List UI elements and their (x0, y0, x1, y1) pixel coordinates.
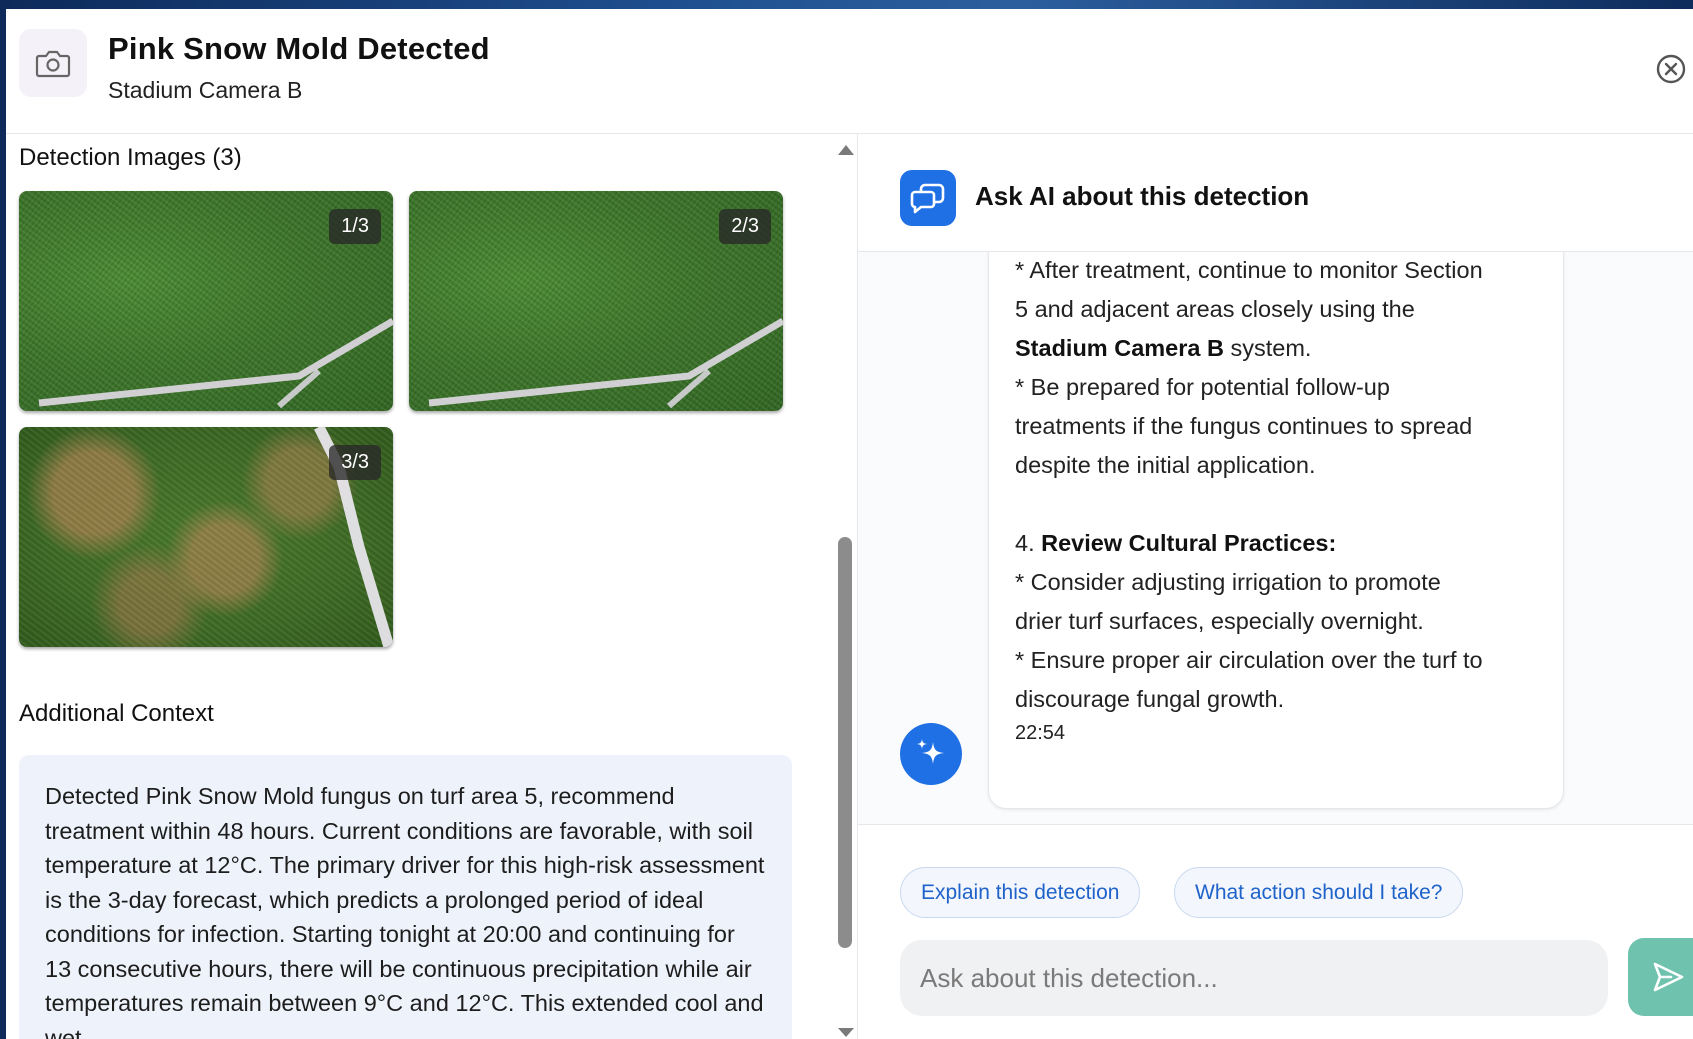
modal-header: Pink Snow Mold Detected Stadium Camera B (6, 9, 1693, 134)
detection-image-2[interactable]: 2/3 (409, 191, 783, 411)
ai-avatar (900, 723, 962, 785)
close-circle-icon[interactable] (1653, 51, 1689, 87)
suggestion-explain-button[interactable]: Explain this detection (900, 867, 1141, 918)
message-line: Stadium Camera B system. (1015, 329, 1537, 368)
image-index-badge: 1/3 (329, 209, 381, 244)
message-line: * Be prepared for potential follow-up (1015, 374, 1390, 400)
context-box: Detected Pink Snow Mold fungus on turf a… (19, 755, 792, 1039)
scroll-up-arrow-icon[interactable] (837, 142, 855, 156)
ai-chat-panel: Ask AI about this detection * After trea… (857, 134, 1693, 1039)
message-number: 4. (1015, 530, 1042, 556)
message-line: discourage fungal growth. (1015, 686, 1285, 712)
message-line: 5 and adjacent areas closely using the (1015, 296, 1415, 322)
message-bold-text: Review Cultural Practices: (1041, 530, 1337, 556)
chat-messages[interactable]: * After treatment, continue to monitor S… (858, 252, 1693, 824)
camera-name: Stadium Camera B (108, 77, 303, 103)
ai-message-bubble: * After treatment, continue to monitor S… (988, 252, 1564, 809)
context-text: Detected Pink Snow Mold fungus on turf a… (45, 783, 765, 1039)
send-button[interactable] (1628, 938, 1693, 1016)
images-section-title: Detection Images (3) (19, 144, 242, 171)
chat-bubbles-icon (910, 183, 945, 214)
ask-input[interactable] (900, 940, 1608, 1016)
scroll-thumb[interactable] (838, 537, 852, 948)
image-index-badge: 2/3 (719, 209, 771, 244)
suggestion-action-button[interactable]: What action should I take? (1174, 867, 1464, 918)
message-line: * Consider adjusting irrigation to promo… (1015, 569, 1441, 595)
chat-input-area: Explain this detection What action shoul… (858, 824, 1693, 1039)
ai-chat-title: Ask AI about this detection (975, 181, 1310, 211)
detection-image-3[interactable]: 3/3 (19, 427, 393, 647)
message-line: drier turf surfaces, especially overnigh… (1015, 608, 1424, 634)
message-line: despite the initial application. (1015, 452, 1316, 478)
camera-icon-box (19, 29, 87, 97)
message-line: * After treatment, continue to monitor S… (1015, 257, 1483, 283)
scroll-down-arrow-icon[interactable] (837, 1027, 855, 1039)
send-icon[interactable] (1651, 960, 1685, 994)
left-scrollbar[interactable] (831, 134, 855, 1039)
message-text: system. (1223, 335, 1312, 361)
message-line: treatments if the fungus continues to sp… (1015, 413, 1473, 439)
camera-icon (35, 50, 71, 78)
close-button[interactable] (1653, 51, 1689, 87)
sparkles-icon (917, 739, 944, 764)
detection-details-panel: Detection Images (3) 1/3 2/3 3/3 Additio… (6, 134, 856, 1039)
page-title: Pink Snow Mold Detected (108, 31, 490, 66)
message-bold-text: Stadium Camera B (1015, 335, 1224, 361)
detection-image-1[interactable]: 1/3 (19, 191, 393, 411)
message-line: 4. Review Cultural Practices: (1015, 524, 1537, 563)
ai-chat-icon-box (900, 170, 956, 226)
detection-modal: Pink Snow Mold Detected Stadium Camera B… (6, 9, 1693, 1039)
context-section-title: Additional Context (19, 700, 214, 727)
ai-chat-header: Ask AI about this detection (858, 134, 1693, 252)
message-line: * Ensure proper air circulation over the… (1015, 647, 1483, 673)
image-index-badge: 3/3 (329, 445, 381, 480)
message-timestamp: 22:54 (1015, 722, 1066, 744)
